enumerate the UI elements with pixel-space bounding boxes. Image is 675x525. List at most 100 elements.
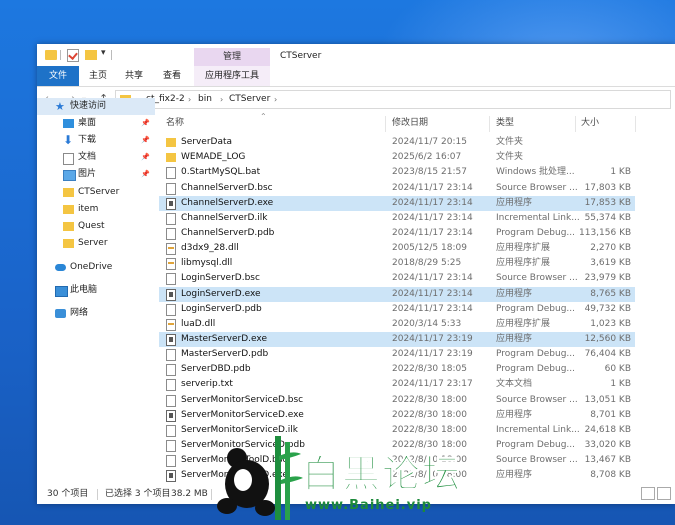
new-folder-icon[interactable] xyxy=(85,50,97,60)
file-type: Incremental Link... xyxy=(496,212,580,223)
details-view-icon[interactable] xyxy=(641,487,655,500)
pin-icon[interactable]: 📌 xyxy=(141,115,150,132)
file-row[interactable]: luaD.dll 2020/3/14 5:33 应用程序扩展 1,023 KB xyxy=(159,317,635,332)
pin-icon[interactable]: 📌 xyxy=(141,166,150,183)
file-icon xyxy=(166,455,176,468)
chevron-right-icon[interactable]: › xyxy=(220,93,223,106)
file-row[interactable]: ServerMonitorServiceD.bsc 2022/8/30 18:00… xyxy=(159,393,635,408)
sidebar-item-onedrive[interactable]: OneDrive xyxy=(37,259,155,276)
customize-toolbar-icon[interactable]: ▾ xyxy=(101,48,106,62)
context-tab-header: 管理 xyxy=(194,48,270,66)
properties-icon[interactable] xyxy=(67,49,79,62)
file-name: libmysql.dll xyxy=(181,258,233,269)
file-row[interactable]: LoginServerD.exe 2024/11/17 23:14 应用程序 8,76… xyxy=(159,286,635,302)
file-size: 13,467 KB xyxy=(584,455,631,466)
file-date: 2005/12/5 18:09 xyxy=(392,243,467,253)
file-icon xyxy=(166,227,176,240)
file-date: 2024/11/17 23:17 xyxy=(392,379,473,390)
tab-share[interactable]: 共享 xyxy=(119,66,149,86)
column-header-name[interactable]: 名称 ⌃ xyxy=(166,112,267,132)
sidebar-item-ctserver[interactable]: CTServer xyxy=(37,184,155,201)
file-type: Source Browser ... xyxy=(496,273,578,284)
column-header-date[interactable]: 修改日期 xyxy=(392,114,428,132)
file-row[interactable]: ChannelServerD.bsc 2024/11/17 23:14 Source… xyxy=(159,181,635,196)
sidebar-item-item[interactable]: item xyxy=(37,201,155,218)
file-name: LoginServerD.pdb xyxy=(181,303,262,314)
file-name: serverip.txt xyxy=(181,379,233,390)
column-header-size[interactable]: 大小 xyxy=(581,114,599,132)
file-date: 2024/11/17 23:14 xyxy=(392,182,473,193)
file-type: Program Debug... xyxy=(496,364,576,375)
sidebar-item-label: CTServer xyxy=(78,187,120,197)
file-row[interactable]: ServerData 2024/11/7 20:15 文件夹 xyxy=(159,135,635,150)
address-bar[interactable]: › ct_fix2-2 › bin › CTServer › xyxy=(115,90,671,109)
file-icon xyxy=(166,394,176,407)
sidebar-item-网络[interactable]: 网络 xyxy=(37,305,155,322)
dll-icon xyxy=(166,318,176,331)
sidebar-item-server[interactable]: Server xyxy=(37,235,155,252)
file-row[interactable]: 0.StartMySQL.bat 2023/8/15 21:57 Windows 批… xyxy=(159,165,635,180)
column-header-type[interactable]: 类型 xyxy=(496,114,514,132)
file-row[interactable]: LoginServerD.bsc 2024/11/17 23:14 Source B… xyxy=(159,271,635,286)
tab-file[interactable]: 文件 xyxy=(37,66,79,86)
pin-icon[interactable]: 📌 xyxy=(141,132,150,149)
file-type: 应用程序扩展 xyxy=(496,243,551,253)
sidebar-item-快速访问[interactable]: ★ 快速访问 xyxy=(37,98,155,115)
file-row[interactable]: ChannelServerD.pdb 2024/11/17 23:14 Progra… xyxy=(159,226,635,241)
breadcrumb-ctserver[interactable]: CTServer xyxy=(229,93,270,106)
file-icon xyxy=(166,303,176,316)
large-icons-view-icon[interactable] xyxy=(657,487,671,500)
file-type: Windows 批处理... xyxy=(496,167,575,178)
title-bar: ▾ 管理 CTServer xyxy=(37,44,675,66)
sidebar-item-label: Quest xyxy=(78,221,105,231)
pin-icon[interactable]: 📌 xyxy=(141,149,150,166)
file-row[interactable]: ServerMonitorServiceD.exe 2022/8/30 18:00… xyxy=(159,408,635,423)
sidebar-item-图片[interactable]: 图片 📌 xyxy=(37,166,155,183)
column-divider[interactable] xyxy=(575,116,576,132)
file-icon xyxy=(166,349,176,362)
tab-home[interactable]: 主页 xyxy=(83,66,113,86)
pictures-icon xyxy=(63,170,76,181)
documents-icon xyxy=(63,153,74,165)
file-row[interactable]: ServerDBD.pdb 2022/8/30 18:05 Program Debu… xyxy=(159,362,635,377)
download-icon: ⬇ xyxy=(63,133,74,147)
folder-icon xyxy=(63,222,74,231)
file-row[interactable]: WEMADE_LOG 2025/6/2 16:07 文件夹 xyxy=(159,150,635,165)
file-size: 3,619 KB xyxy=(590,258,631,269)
file-row[interactable]: ChannelServerD.ilk 2024/11/17 23:14 Increm… xyxy=(159,211,635,226)
file-row[interactable]: LoginServerD.pdb 2024/11/17 23:14 Program … xyxy=(159,302,635,317)
file-date: 2024/11/7 20:15 xyxy=(392,137,467,147)
sidebar-item-label: 网络 xyxy=(70,308,89,318)
tab-view[interactable]: 查看 xyxy=(157,66,187,86)
file-row[interactable]: ChannelServerD.exe 2024/11/17 23:14 应用程序 17… xyxy=(159,195,635,211)
chevron-right-icon[interactable]: › xyxy=(274,93,277,106)
file-name: ServerDBD.pdb xyxy=(181,364,251,375)
sidebar-item-label: 文档 xyxy=(78,152,97,162)
sidebar-item-文档[interactable]: 文档 📌 xyxy=(37,149,155,166)
file-row[interactable]: MasterServerD.exe 2024/11/17 23:19 应用程序 12,… xyxy=(159,332,635,347)
file-row[interactable]: d3dx9_28.dll 2005/12/5 18:09 应用程序扩展 2,270 K… xyxy=(159,241,635,256)
sidebar-item-此电脑[interactable]: 此电脑 xyxy=(37,282,155,299)
sidebar-item-quest[interactable]: Quest xyxy=(37,218,155,235)
file-row[interactable]: libmysql.dll 2018/8/29 5:25 应用程序扩展 3,619 KB xyxy=(159,256,635,271)
file-icon xyxy=(166,273,176,286)
column-divider[interactable] xyxy=(489,116,490,132)
file-type: 应用程序 xyxy=(496,197,533,208)
file-date: 2020/3/14 5:33 xyxy=(392,318,462,329)
sidebar-item-桌面[interactable]: 桌面 📌 xyxy=(37,115,155,132)
file-name: MasterServerD.exe xyxy=(181,334,268,344)
file-date: 2024/11/17 23:14 xyxy=(392,197,473,208)
column-divider[interactable] xyxy=(385,116,386,132)
file-row[interactable]: serverip.txt 2024/11/17 23:17 文本文档 1 KB xyxy=(159,377,635,392)
folder-icon xyxy=(45,50,57,60)
exe-icon xyxy=(166,470,176,483)
file-row[interactable]: MasterServerD.pdb 2024/11/17 23:19 Program… xyxy=(159,347,635,362)
file-date: 2022/8/30 18:05 xyxy=(392,364,467,375)
file-size: 17,853 KB xyxy=(584,197,631,208)
chevron-right-icon[interactable]: › xyxy=(188,93,191,106)
column-divider[interactable] xyxy=(635,116,636,132)
sidebar-item-下载[interactable]: ⬇ 下载 📌 xyxy=(37,132,155,149)
tab-application-tools[interactable]: 应用程序工具 xyxy=(194,66,270,86)
breadcrumb-bin[interactable]: bin xyxy=(198,93,212,106)
file-date: 2023/8/15 21:57 xyxy=(392,167,467,178)
